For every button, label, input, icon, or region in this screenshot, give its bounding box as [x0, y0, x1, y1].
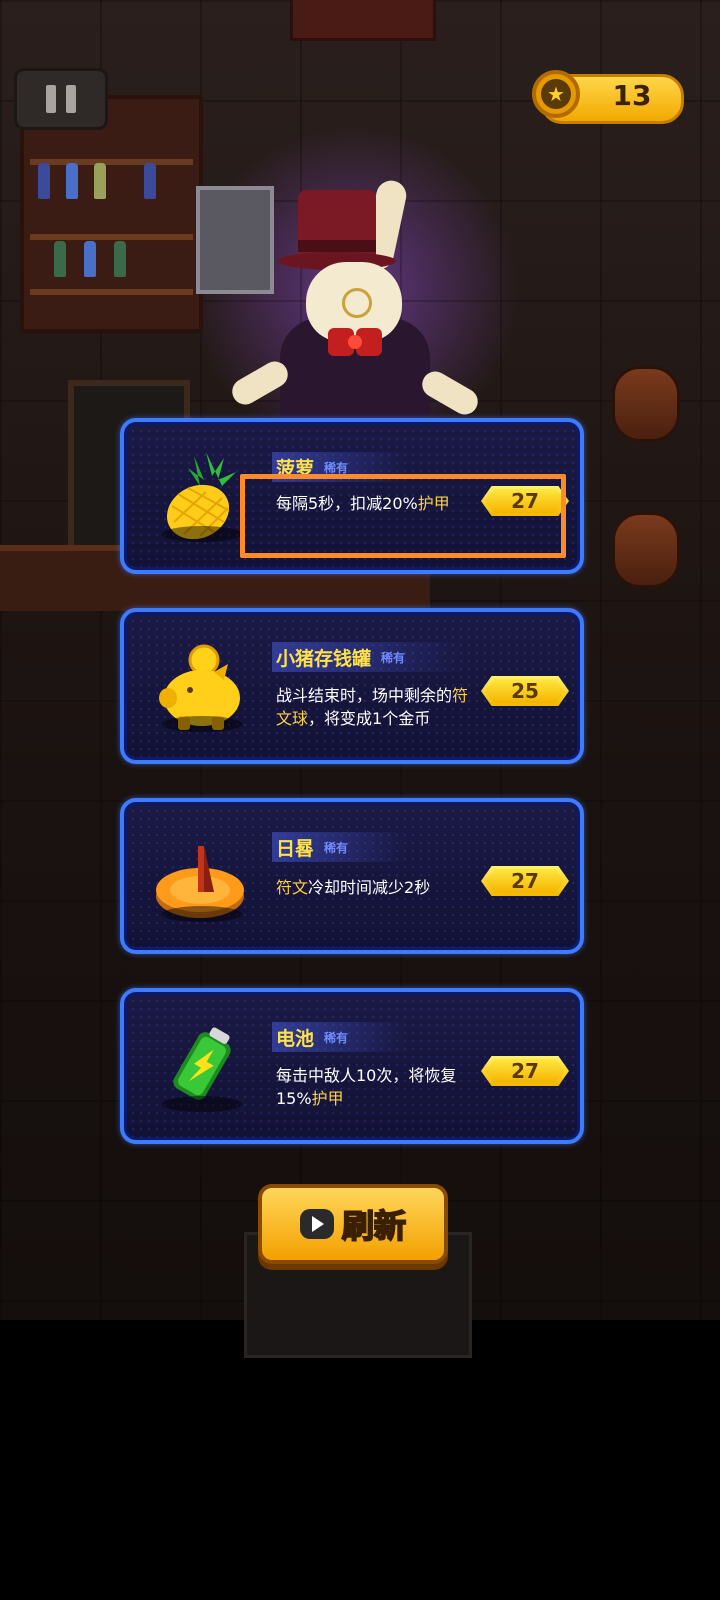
price-value: 27 — [511, 489, 539, 513]
bow-tie — [328, 328, 382, 358]
pause-button[interactable] — [14, 68, 108, 130]
rarity-badge: 稀有 — [324, 460, 349, 475]
price-value: 25 — [511, 679, 539, 703]
door — [290, 0, 436, 41]
item-title-bar: 小猪存钱罐 稀有 — [272, 642, 466, 672]
piggy-bank-icon — [154, 636, 250, 736]
monocle-glasses — [342, 288, 372, 318]
item-name: 电池 — [276, 1027, 315, 1050]
item-title-bar: 日晷 稀有 — [272, 832, 409, 862]
price-value: 27 — [511, 869, 539, 893]
coin-star-icon: ★ — [532, 70, 580, 118]
item-name: 日晷 — [276, 837, 315, 860]
barrel — [612, 366, 680, 442]
shop-item-sundial[interactable]: 日晷 稀有 符文冷却时间减少2秒 27 — [120, 798, 584, 954]
rarity-badge: 稀有 — [324, 1030, 349, 1045]
price-tag[interactable]: 27 — [479, 866, 571, 896]
rarity-badge: 稀有 — [381, 650, 406, 665]
barrel — [612, 512, 680, 588]
price-value: 27 — [511, 1059, 539, 1083]
play-video-icon — [299, 1209, 334, 1239]
sundial-icon — [154, 826, 250, 926]
item-description: 符文冷却时间减少2秒 — [276, 878, 431, 897]
bottom-shadow — [0, 1320, 720, 1600]
shop-item-piggy-bank[interactable]: 小猪存钱罐 稀有 战斗结束时，场中剩余的符文球，将变成1个金币 25 — [120, 608, 584, 764]
refresh-label: 刷新 — [341, 1206, 407, 1246]
price-tag[interactable]: 27 — [479, 1056, 571, 1086]
rabbit-merchant — [227, 170, 483, 420]
rarity-badge: 稀有 — [324, 840, 349, 855]
shop-item-battery[interactable]: 电池 稀有 每击中敌人10次，将恢复15%护甲 27 — [120, 988, 584, 1144]
item-title-bar: 电池 稀有 — [272, 1022, 409, 1052]
price-tag[interactable]: 25 — [479, 676, 571, 706]
bottle-shelf — [20, 95, 203, 333]
item-description: 战斗结束时，场中剩余的符文球，将变成1个金币 — [276, 686, 469, 728]
battery-icon — [154, 1016, 250, 1116]
coin-count: 13 — [612, 79, 652, 112]
pause-icon — [46, 85, 56, 113]
pineapple-icon — [154, 446, 250, 546]
selection-highlight-box — [240, 474, 566, 558]
item-description: 每击中敌人10次，将恢复15%护甲 — [276, 1066, 457, 1108]
refresh-button[interactable]: 刷新 — [258, 1184, 448, 1264]
item-name: 小猪存钱罐 — [276, 647, 372, 670]
